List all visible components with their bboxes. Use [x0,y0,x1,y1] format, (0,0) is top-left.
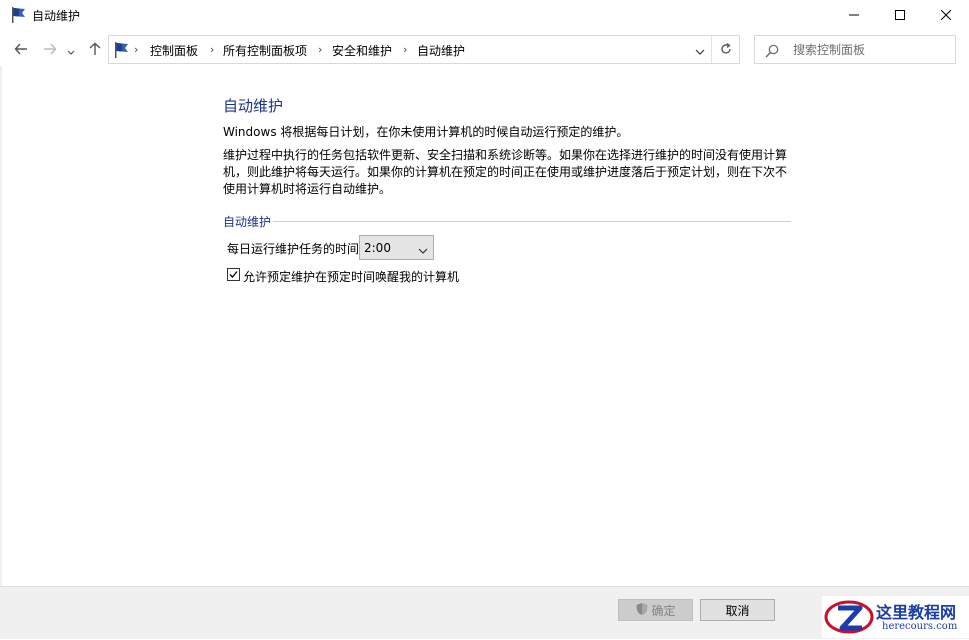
wake-checkbox-label[interactable]: 允许预定维护在预定时间唤醒我的计算机 [243,268,459,285]
time-select[interactable]: 2:00 [359,235,434,260]
up-button[interactable] [85,40,105,60]
ok-button[interactable]: 确定 [618,599,693,621]
title-bar: 自动维护 [0,0,969,30]
close-button[interactable] [923,0,969,30]
minimize-icon [849,10,859,20]
flag-icon [10,6,28,24]
back-button[interactable] [11,40,31,60]
window-title: 自动维护 [32,9,81,23]
arrow-left-icon [14,41,28,60]
description-text: Windows 将根据每日计划，在你未使用计算机的时候自动运行预定的维护。 [223,125,629,139]
breadcrumb-item[interactable]: 所有控制面板项 [223,42,307,59]
group-divider [273,221,791,222]
minimize-button[interactable] [831,0,877,30]
maximize-icon [895,10,905,20]
time-select-value: 2:00 [364,241,391,255]
time-label: 每日运行维护任务的时间 [227,242,360,256]
chevron-right-icon[interactable]: › [403,43,407,56]
left-edge [0,66,2,586]
search-icon [765,43,779,62]
chevron-down-icon [67,41,75,60]
forward-button[interactable] [40,40,60,60]
arrow-up-icon [88,41,102,60]
chevron-right-icon[interactable]: › [318,43,322,56]
watermark-text: 这里教程网 [876,603,957,622]
wake-checkbox[interactable] [227,268,240,281]
refresh-icon [720,40,732,59]
shield-icon [635,602,651,619]
maximize-button[interactable] [877,0,923,30]
watermark-logo-icon [824,598,874,640]
cancel-button[interactable]: 取消 [700,599,775,621]
group-label: 自动维护 [223,215,272,229]
chevron-right-icon: › [134,43,139,56]
arrow-right-icon [43,41,57,60]
flag-icon [113,41,131,59]
search-box[interactable] [754,35,956,64]
search-input[interactable] [793,40,948,59]
watermark-url: herecours.com [882,621,958,632]
breadcrumb-item[interactable]: 安全和维护 [332,42,392,59]
page-title: 自动维护 [223,97,284,115]
chevron-down-icon [418,243,428,257]
breadcrumb-item[interactable]: 控制面板 [150,42,198,59]
chevron-down-icon [695,40,705,59]
close-icon [941,10,951,20]
address-bar[interactable]: › 控制面板 › 所有控制面板项 › 安全和维护 › 自动维护 [108,35,740,64]
chevron-right-icon[interactable]: › [210,43,214,56]
address-dropdown-button[interactable] [689,36,711,63]
refresh-button[interactable] [711,36,740,63]
recent-locations-button[interactable] [64,40,78,60]
breadcrumb-item[interactable]: 自动维护 [417,42,465,59]
details-text: 维护过程中执行的任务包括软件更新、安全扫描和系统诊断等。如果你在选择进行维护的时… [223,148,788,196]
ok-button-label: 确定 [651,603,676,618]
watermark: 这里教程网 herecours.com [822,596,969,638]
